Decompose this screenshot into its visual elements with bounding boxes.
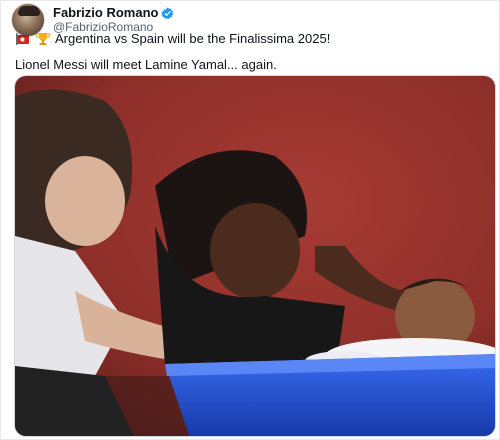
tweet-text-line-1: Argentina vs Spain will be the Finalissi… bbox=[15, 31, 330, 46]
tweet-photo[interactable] bbox=[14, 75, 496, 437]
name-row: Fabrizio Romano bbox=[53, 6, 174, 20]
photo-illustration bbox=[15, 76, 495, 436]
author-names: Fabrizio Romano @FabrizioRomano bbox=[53, 6, 174, 34]
flag-icon bbox=[16, 32, 29, 45]
tweet-text-line-2: Lionel Messi will meet Lamine Yamal... a… bbox=[15, 57, 277, 72]
tweet-text-line-1-text: Argentina vs Spain will be the Finalissi… bbox=[55, 31, 331, 46]
trophy-icon bbox=[35, 32, 51, 45]
tweet-card[interactable]: Fabrizio Romano @FabrizioRomano Argentin… bbox=[0, 0, 500, 440]
author-display-name[interactable]: Fabrizio Romano bbox=[53, 6, 158, 20]
verified-badge-icon bbox=[161, 7, 174, 19]
